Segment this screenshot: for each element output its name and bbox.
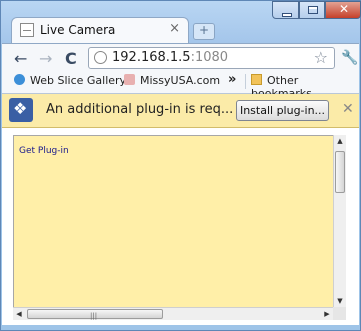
close-icon: ✕ — [339, 2, 350, 16]
bookmark-web-slice-gallery[interactable]: Web Slice Gallery — [14, 74, 126, 87]
ie-icon — [14, 74, 25, 85]
scroll-down-arrow-icon[interactable]: ▼ — [334, 295, 346, 307]
address-bar[interactable]: 192.168.1.5:1080 ☆ — [88, 47, 335, 69]
scroll-up-arrow-icon[interactable]: ▲ — [334, 135, 346, 147]
reload-icon[interactable]: C — [65, 49, 77, 68]
bookmark-missyusa[interactable]: MissyUSA.com — [124, 74, 220, 87]
vertical-scrollbar[interactable]: ▲ ▼ — [333, 135, 346, 307]
tab-close-icon[interactable]: × — [169, 21, 180, 36]
site-icon — [124, 74, 135, 85]
navigation-toolbar: ← → C 192.168.1.5:1080 ☆ 🔧 — [2, 43, 359, 72]
horizontal-scroll-thumb[interactable]: ||| — [27, 309, 163, 320]
page-content: Get Plug-in ▲ ▼ ◀ ||| ▶ — [2, 128, 359, 325]
bookmarks-divider — [245, 74, 246, 89]
browser-window: Live Camera × + ✕ ← → C 192.168.1.5:1080… — [0, 0, 361, 331]
tab-live-camera[interactable]: Live Camera × — [11, 17, 189, 43]
close-window-button[interactable]: ✕ — [325, 1, 361, 19]
wrench-icon[interactable]: 🔧 — [341, 50, 358, 66]
more-bookmarks-chevron-icon[interactable]: » — [228, 72, 236, 87]
plugin-infobar: An additional plug-in is req... Install … — [2, 94, 359, 128]
back-arrow-icon[interactable]: ← — [14, 49, 27, 68]
folder-icon — [251, 74, 262, 85]
infobar-message: An additional plug-in is req... — [46, 102, 234, 117]
globe-icon — [94, 51, 107, 64]
scroll-left-arrow-icon[interactable]: ◀ — [13, 308, 25, 320]
tab-title: Live Camera — [40, 23, 116, 37]
puzzle-piece-icon — [9, 98, 33, 122]
vertical-scroll-thumb[interactable] — [335, 151, 345, 193]
grip-icon: ||| — [90, 312, 98, 320]
title-bar: Live Camera × + ✕ — [1, 1, 361, 45]
forward-arrow-icon[interactable]: → — [39, 49, 52, 68]
horizontal-scrollbar[interactable]: ◀ ||| ▶ — [13, 307, 333, 320]
missing-plugin-area[interactable]: Get Plug-in — [13, 135, 345, 314]
new-tab-button[interactable]: + — [193, 23, 215, 40]
minimize-button[interactable] — [272, 1, 299, 19]
get-plugin-link[interactable]: Get Plug-in — [19, 146, 69, 156]
url-text: 192.168.1.5:1080 — [112, 50, 229, 65]
bookmarks-bar: Web Slice Gallery MissyUSA.com » Other b… — [2, 71, 359, 100]
scroll-right-arrow-icon[interactable]: ▶ — [321, 308, 333, 320]
page-icon — [20, 23, 34, 37]
install-plugin-button[interactable]: Install plug-in... — [236, 100, 329, 121]
maximize-button[interactable] — [299, 1, 325, 19]
infobar-close-icon[interactable]: ✕ — [342, 101, 354, 117]
scrollbar-corner — [333, 307, 346, 320]
bookmark-star-icon[interactable]: ☆ — [314, 48, 328, 67]
